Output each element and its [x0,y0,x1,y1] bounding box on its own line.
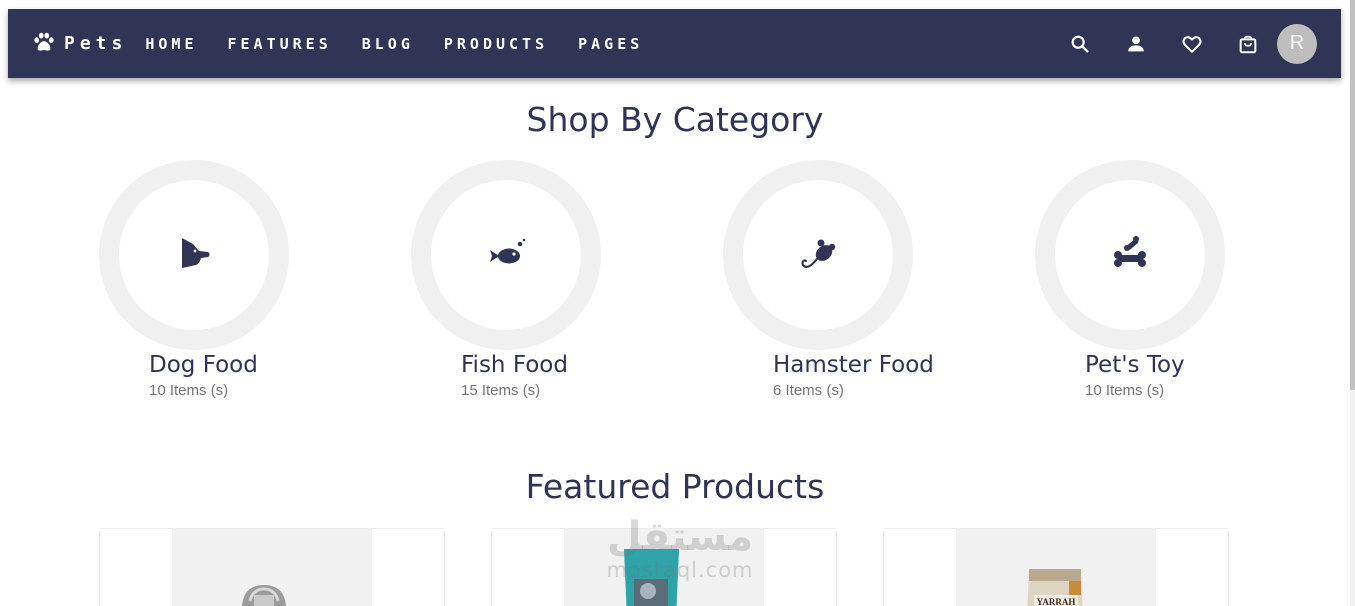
category-icon-ring [723,160,913,350]
shopping-bag-icon[interactable] [1237,33,1259,55]
product-card[interactable] [99,528,445,606]
category-icon-ring [1035,160,1225,350]
category-count: 10 Items (s) [1085,382,1165,399]
watermark-latin: mostaql.com [606,558,754,582]
nav-link-products[interactable]: PRODUCTS [444,35,548,53]
category-icon-ring [411,160,601,350]
category-hamster-food[interactable]: Hamster Food 6 Items (s) [723,160,934,399]
category-pets-toy[interactable]: Pet's Toy 10 Items (s) [1035,160,1225,399]
nav-menu: HOME FEATURES BLOG PRODUCTS PAGES [145,35,673,53]
category-name: Fish Food [461,352,568,378]
nav-link-home[interactable]: HOME [145,35,197,53]
product-card[interactable]: YARRAH [883,528,1229,606]
page-scrollbar[interactable] [1350,0,1355,606]
section-title-categories: Shop By Category [526,100,824,139]
heart-icon[interactable] [1181,33,1203,55]
top-navbar: Pets HOME FEATURES BLOG PRODUCTS PAGES R [8,9,1341,78]
user-avatar[interactable]: R [1277,23,1317,64]
user-icon[interactable] [1125,33,1147,55]
hamster-icon [796,231,840,279]
nav-link-blog[interactable]: BLOG [362,35,414,53]
nav-actions: R [1035,9,1317,78]
product-image [172,529,372,606]
fish-icon [484,231,528,279]
section-title-featured: Featured Products [525,467,825,506]
watermark-arabic: مستقل [606,514,754,560]
dog-icon [172,231,216,279]
nav-link-pages[interactable]: PAGES [578,35,643,53]
watermark: مستقل mostaql.com [595,515,765,581]
product-brand-label: YARRAH [1036,597,1076,606]
search-icon[interactable] [1069,33,1091,55]
category-name: Hamster Food [773,352,934,378]
product-image: YARRAH [956,529,1156,606]
nav-link-features[interactable]: FEATURES [227,35,331,53]
paw-icon [33,32,55,56]
category-count: 15 Items (s) [461,382,541,399]
category-name: Pet's Toy [1085,352,1185,378]
category-fish-food[interactable]: Fish Food 15 Items (s) [411,160,601,399]
category-name: Dog Food [149,352,258,378]
bone-toy-icon [1108,231,1152,279]
brand-name: Pets [64,33,128,54]
category-count: 10 Items (s) [149,382,229,399]
brand-logo[interactable]: Pets [33,32,127,56]
scrollbar-thumb[interactable] [1350,0,1355,390]
category-icon-ring [99,160,289,350]
category-count: 6 Items (s) [773,382,844,399]
category-dog-food[interactable]: Dog Food 10 Items (s) [99,160,289,399]
